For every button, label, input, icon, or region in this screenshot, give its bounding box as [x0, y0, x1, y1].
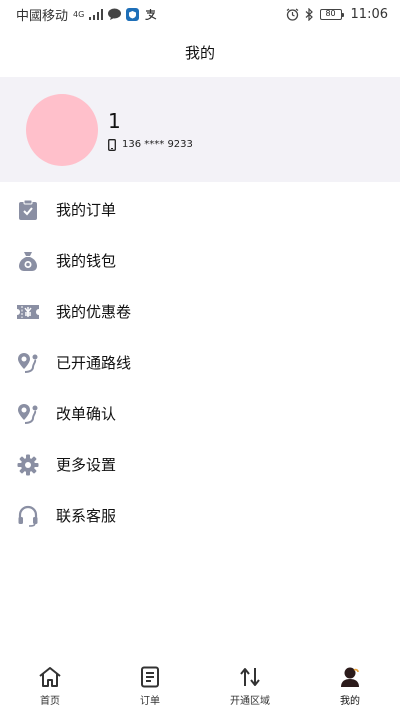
menu-item-contact-support[interactable]: 联系客服 [0, 490, 400, 541]
tab-label: 开通区域 [230, 695, 270, 707]
tab-service-areas[interactable]: 开通区域 [200, 660, 300, 711]
money-bag-icon [16, 249, 40, 273]
signal-icon [89, 8, 104, 20]
menu-item-routes[interactable]: 已开通路线 [0, 337, 400, 388]
battery-level: 80 [325, 9, 336, 18]
profile-card[interactable]: 1 136 **** 9233 [0, 77, 400, 182]
app-shield-icon [126, 7, 140, 21]
chat-bubble-icon [108, 8, 122, 20]
battery-icon: 80 [319, 8, 344, 20]
route-pin-icon [16, 351, 40, 375]
bluetooth-icon [304, 7, 315, 21]
network-type: 4G [73, 9, 85, 19]
bottom-tab-bar: 首页 订单 开通区域 我的 [0, 660, 400, 711]
menu-item-orders[interactable]: 我的订单 [0, 184, 400, 235]
gear-icon [16, 453, 40, 477]
menu-label: 联系客服 [56, 507, 117, 525]
carrier-name: 中國移动 [16, 8, 69, 24]
tab-label: 首页 [40, 695, 60, 707]
menu-label: 已开通路线 [56, 354, 132, 372]
tab-label: 我的 [340, 695, 360, 707]
alipay-icon [144, 8, 157, 21]
clock-time: 11:06 [350, 6, 388, 22]
person-icon [338, 665, 362, 689]
menu-item-change-order[interactable]: 改单确认 [0, 388, 400, 439]
status-bar: 中國移动 4G 80 11:06 [0, 0, 400, 28]
tab-label: 订单 [140, 695, 160, 707]
phone-icon [108, 138, 116, 151]
alarm-icon [286, 8, 299, 21]
page-header: 我的 [0, 28, 400, 77]
menu-label: 改单确认 [56, 405, 117, 423]
menu-item-coupons[interactable]: 我的优惠卷 [0, 286, 400, 337]
menu-label: 我的钱包 [56, 252, 117, 270]
swap-arrows-icon [238, 665, 262, 689]
menu-item-settings[interactable]: 更多设置 [0, 439, 400, 490]
profile-phone: 136 **** 9233 [108, 138, 193, 151]
tab-orders[interactable]: 订单 [100, 660, 200, 711]
page-title: 我的 [184, 44, 215, 62]
menu-label: 更多设置 [56, 456, 117, 474]
status-left: 中國移动 4G [16, 5, 157, 24]
home-icon [38, 665, 62, 689]
menu-label: 我的订单 [56, 201, 117, 219]
profile-info: 1 136 **** 9233 [108, 109, 193, 151]
route-pin-icon [16, 402, 40, 426]
menu-item-wallet[interactable]: 我的钱包 [0, 235, 400, 286]
profile-name: 1 [108, 108, 121, 133]
menu-list: 我的订单 我的钱包 我的优惠卷 已开通路线 改单确认 更多设置 联系客服 [0, 184, 400, 541]
coupon-icon [16, 300, 40, 324]
clipboard-icon [16, 198, 40, 222]
headset-icon [16, 504, 40, 528]
phone-number: 136 **** 9233 [122, 139, 193, 150]
tab-home[interactable]: 首页 [0, 660, 100, 711]
tab-profile[interactable]: 我的 [300, 660, 400, 711]
avatar[interactable] [26, 93, 98, 166]
menu-label: 我的优惠卷 [56, 303, 132, 321]
document-icon [138, 665, 162, 689]
status-right: 80 11:06 [286, 7, 388, 22]
